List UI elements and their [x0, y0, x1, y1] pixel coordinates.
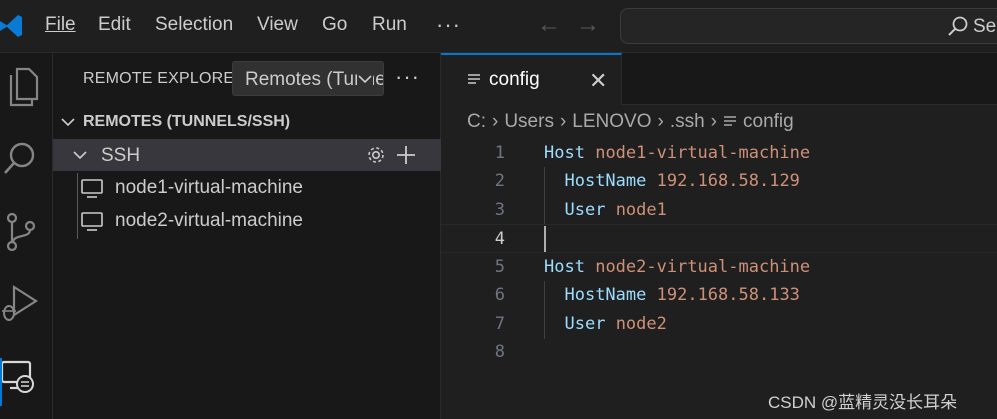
line-number: 5 [494, 257, 505, 277]
breadcrumb-item[interactable]: Users [504, 111, 554, 132]
ssh-host-row[interactable]: node2-virtual-machine [53, 205, 441, 238]
chevron-right-icon: › [710, 111, 717, 132]
ssh-keyword: Host [544, 257, 585, 277]
chevron-right-icon: › [492, 111, 499, 132]
ssh-group-row[interactable]: SSH [53, 139, 441, 171]
chevron-down-icon [73, 151, 87, 160]
watermark: CSDN @蓝精灵没长耳朵 [768, 393, 958, 412]
line-number: 7 [494, 314, 505, 334]
ssh-host-row[interactable]: node1-virtual-machine [53, 172, 441, 205]
section-title: REMOTES (TUNNELS/SSH) [83, 113, 291, 130]
command-center-search[interactable]: Sea [620, 8, 997, 44]
menu-file[interactable]: File [45, 14, 76, 36]
menu-view[interactable]: View [257, 14, 298, 36]
code-line-current: 4 [441, 224, 997, 253]
tab-config[interactable]: config ✕ [441, 53, 622, 105]
ssh-value: node1 [615, 200, 667, 220]
code-line: 5 Host node2-virtual-machine [441, 253, 997, 282]
remote-explorer-icon [2, 360, 34, 393]
ssh-keyword: User [564, 200, 606, 220]
breadcrumb-item[interactable]: .ssh [670, 111, 705, 132]
active-indicator [0, 358, 2, 406]
breadcrumb-item[interactable]: C: [467, 111, 486, 132]
line-number: 3 [494, 200, 505, 220]
line-number: 1 [494, 143, 505, 163]
ssh-keyword: User [564, 314, 606, 334]
menu-selection[interactable]: Selection [155, 14, 233, 36]
ssh-keyword: HostName [564, 171, 647, 191]
chevron-right-icon: › [657, 111, 664, 132]
monitor-icon [81, 179, 103, 198]
menu-edit[interactable]: Edit [98, 14, 131, 36]
title-bar: File Edit Selection View Go Run ··· ← → … [0, 0, 997, 53]
search-button[interactable] [0, 135, 53, 187]
ssh-keyword: Host [544, 143, 585, 163]
ssh-value: node1-virtual-machine [595, 143, 811, 163]
line-number: 4 [494, 229, 505, 249]
chevron-down-icon [357, 71, 373, 87]
sidebar-more-button[interactable]: ··· [395, 64, 420, 90]
breadcrumb-item[interactable]: LENOVO [572, 111, 651, 132]
plus-icon[interactable] [395, 144, 417, 166]
search-icon [948, 16, 968, 36]
menu-run[interactable]: Run [372, 14, 407, 36]
chevron-right-icon: › [559, 111, 567, 132]
ssh-value: node2-virtual-machine [595, 257, 811, 277]
menu-go[interactable]: Go [322, 14, 347, 36]
sidebar-title: REMOTE EXPLORER [83, 70, 247, 87]
code-line: 3 User node1 [441, 196, 997, 225]
gear-icon[interactable] [365, 144, 387, 166]
editor-tabs: config ✕ [441, 53, 997, 105]
ssh-value: node2 [615, 314, 667, 334]
host-label: node1-virtual-machine [115, 177, 303, 198]
remote-explorer-sidebar: REMOTE EXPLORER Remotes (Tunnels/SSH) ··… [53, 53, 441, 419]
file-lines-icon [468, 74, 480, 84]
breadcrumb: C: › Users › LENOVO › .ssh › config [467, 111, 794, 133]
explorer-button[interactable] [0, 61, 53, 113]
line-number: 6 [494, 285, 505, 305]
code-line: 1 Host node1-virtual-machine [441, 139, 997, 168]
remotes-section-header[interactable]: REMOTES (TUNNELS/SSH) [53, 107, 441, 137]
ssh-value: 192.168.58.133 [656, 285, 800, 305]
menu-more-button[interactable]: ··· [436, 12, 461, 38]
remote-explorer-button[interactable] [0, 355, 53, 407]
code-line: 8 [441, 338, 997, 367]
ssh-value: 192.168.58.129 [656, 171, 800, 191]
vscode-logo-icon[interactable] [0, 12, 22, 40]
ssh-keyword: HostName [564, 285, 647, 305]
back-arrow-icon[interactable]: ← [537, 11, 561, 39]
code-line: 6 HostName 192.168.58.133 [441, 281, 997, 310]
monitor-icon [81, 212, 103, 231]
host-label: node2-virtual-machine [115, 210, 303, 231]
tab-label: config [489, 69, 540, 90]
activity-bar [0, 53, 53, 419]
chevron-down-icon [61, 118, 75, 127]
close-icon[interactable]: ✕ [589, 68, 607, 94]
editor-area: config ✕ C: › Users › LENOVO › .ssh › config 1 H… [441, 53, 997, 419]
source-control-button[interactable] [0, 208, 53, 260]
search-icon [4, 142, 35, 174]
ssh-group-label: SSH [101, 145, 141, 166]
run-debug-icon [2, 284, 39, 321]
line-number: 8 [494, 342, 505, 362]
line-number: 2 [494, 171, 505, 191]
code-line: 2 HostName 192.168.58.129 [441, 167, 997, 196]
file-lines-icon [724, 116, 736, 126]
remotes-dropdown[interactable]: Remotes (Tunnels/SSH) [232, 61, 384, 96]
forward-arrow-icon[interactable]: → [576, 11, 600, 39]
breadcrumb-item[interactable]: config [743, 111, 794, 132]
code-line: 7 User node2 [441, 310, 997, 339]
text-cursor [544, 226, 546, 252]
files-icon [9, 67, 39, 107]
source-control-icon [6, 212, 36, 252]
search-text: Sea [973, 16, 997, 37]
run-debug-button[interactable] [0, 281, 53, 333]
